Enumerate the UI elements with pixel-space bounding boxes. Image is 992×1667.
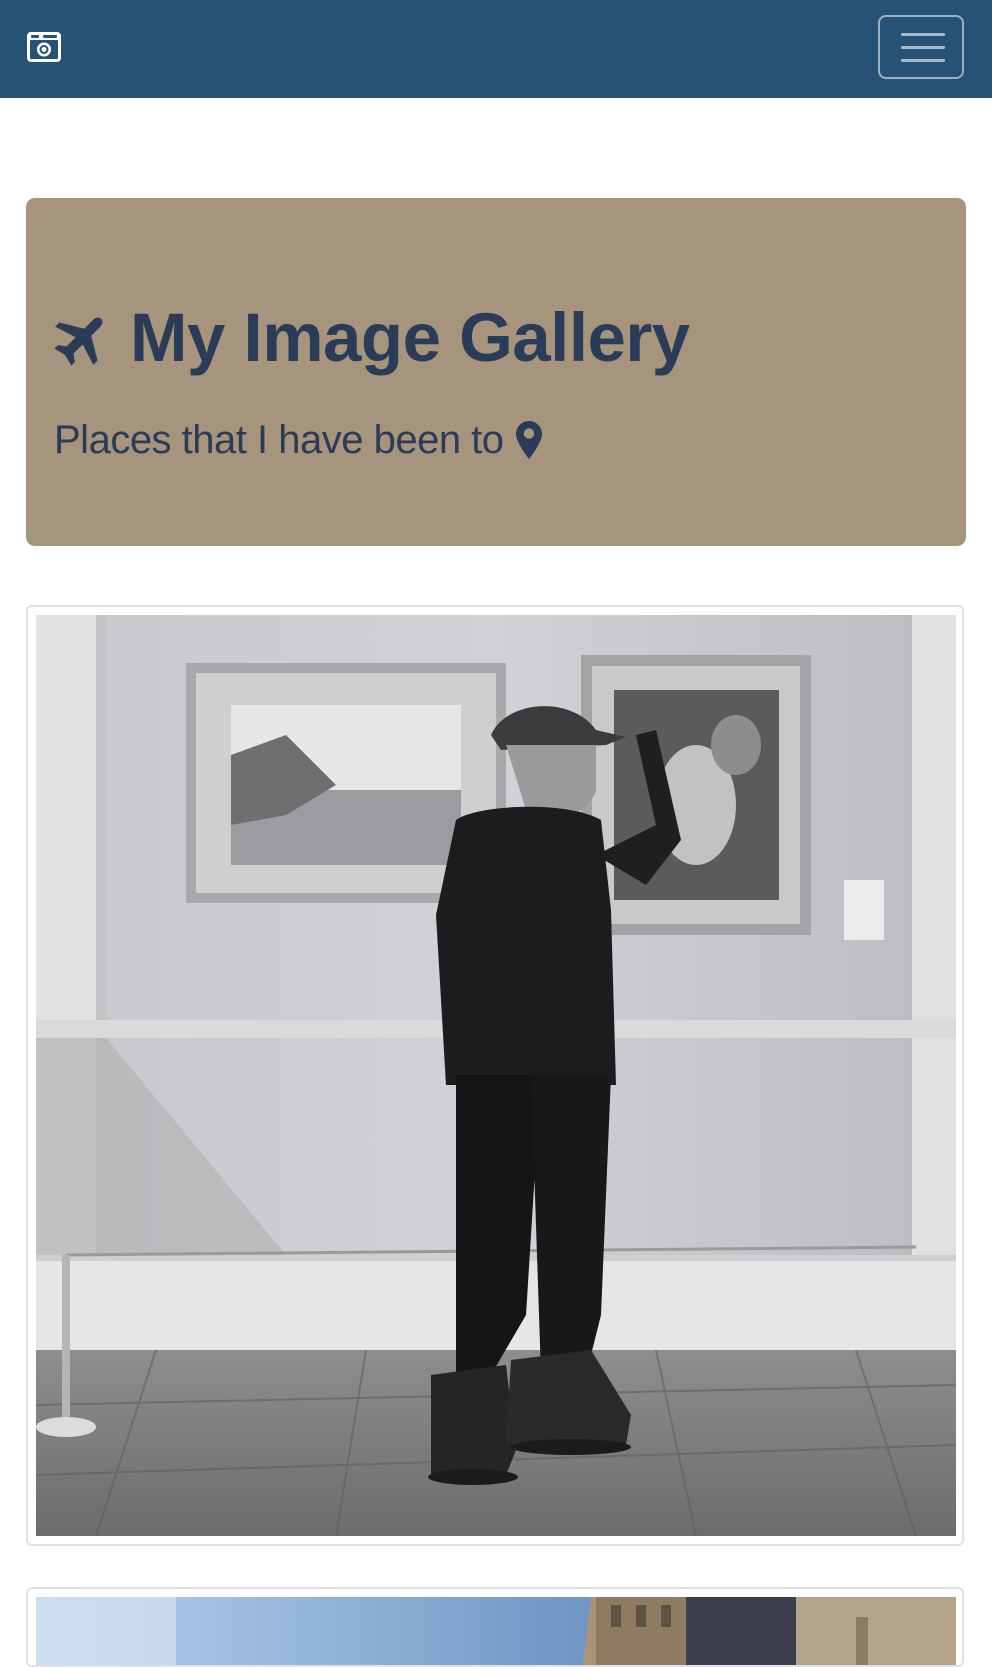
city-street-photo[interactable]: [36, 1597, 956, 1667]
gallery-card: [26, 1587, 964, 1667]
page-subtitle: Places that I have been to: [54, 415, 542, 465]
navbar: [0, 0, 992, 98]
page-title-text: My Image Gallery: [130, 299, 690, 376]
man-in-art-gallery-photo[interactable]: [36, 615, 956, 1536]
jumbotron-header: My Image Gallery Places that I have been…: [26, 198, 966, 546]
navbar-toggle-button[interactable]: [878, 15, 964, 79]
camera-icon[interactable]: [26, 31, 62, 63]
gallery-card: [26, 605, 964, 1546]
page-subtitle-text: Places that I have been to: [54, 417, 504, 462]
page-title: My Image Gallery: [54, 298, 690, 378]
map-marker-icon: [515, 421, 542, 459]
plane-icon: [54, 317, 103, 366]
